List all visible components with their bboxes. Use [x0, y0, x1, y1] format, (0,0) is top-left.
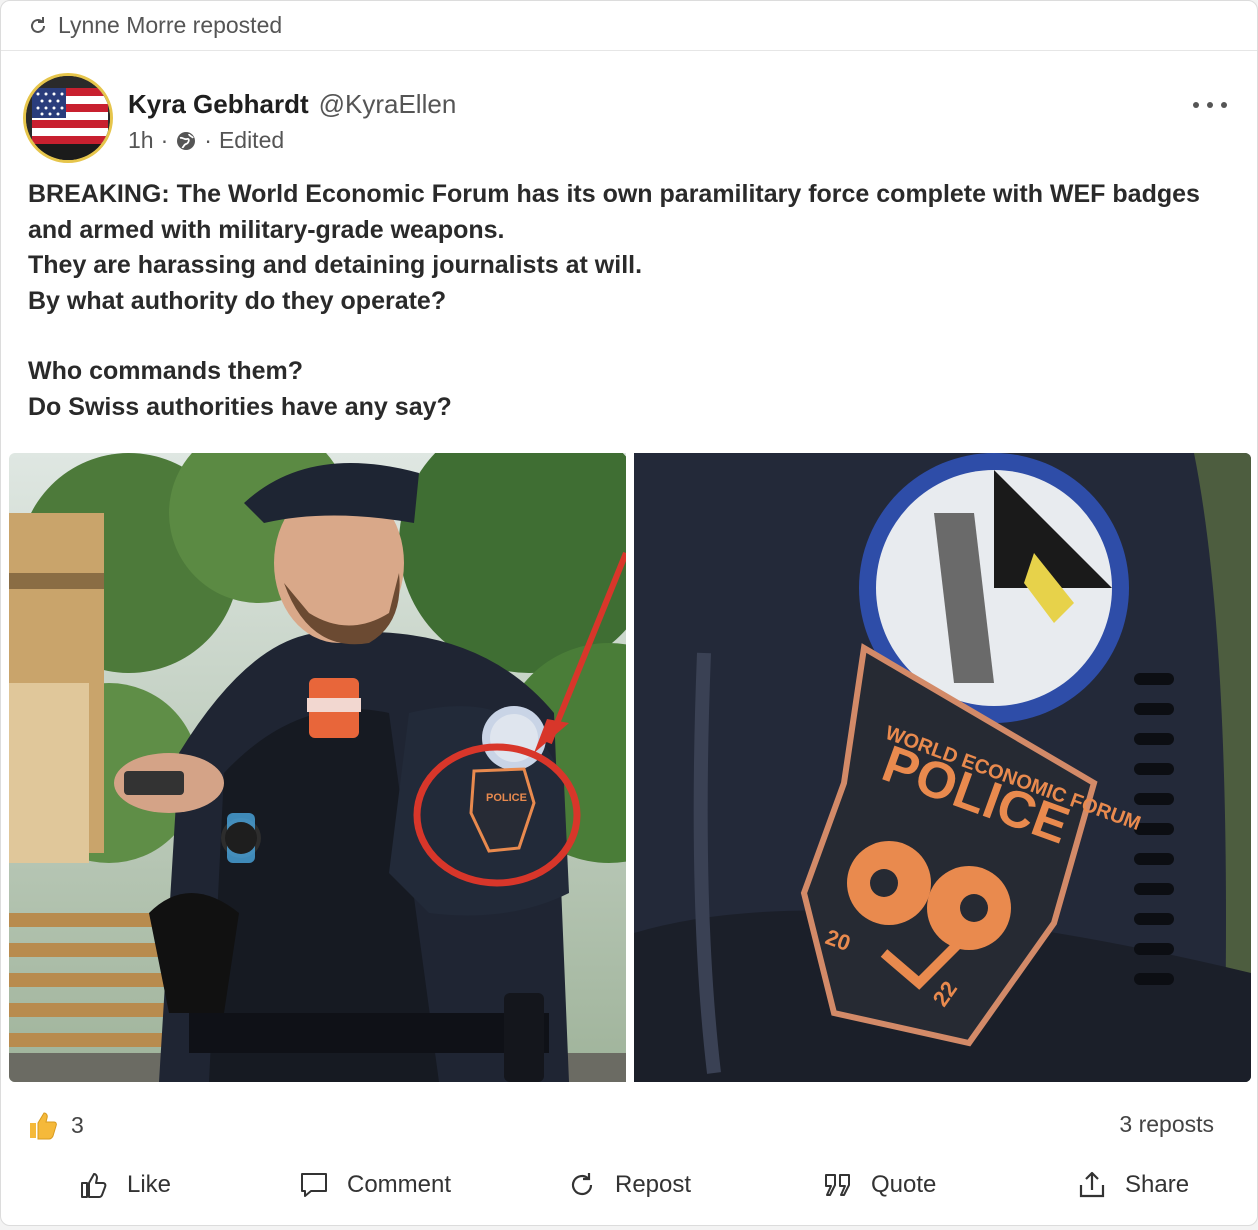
- post-body: BREAKING: The World Economic Forum has i…: [28, 177, 1228, 425]
- repost-banner: Lynne Morre reposted: [1, 1, 1257, 51]
- author-handle[interactable]: @KyraEllen: [319, 89, 457, 119]
- comment-button[interactable]: Comment: [299, 1161, 451, 1209]
- quote-icon: [823, 1170, 853, 1200]
- author-line: Kyra Gebhardt @KyraEllen: [128, 89, 456, 120]
- share-icon: [1077, 1170, 1107, 1200]
- comment-label: Comment: [347, 1171, 452, 1198]
- reactions-summary[interactable]: 3: [27, 1109, 84, 1141]
- post-line-gap: [28, 319, 1228, 354]
- thumbs-up-icon: [27, 1109, 59, 1141]
- repost-icon: [27, 15, 49, 37]
- reaction-count: 3: [71, 1111, 84, 1138]
- globe-icon: [175, 130, 197, 152]
- author-name[interactable]: Kyra Gebhardt: [128, 89, 309, 119]
- like-button[interactable]: Like: [79, 1161, 171, 1209]
- edited-label: Edited: [218, 127, 285, 153]
- repost-banner-text: Lynne Morre reposted: [58, 12, 283, 38]
- post-meta: 1h · · Edited: [128, 127, 285, 153]
- like-label: Like: [127, 1171, 172, 1198]
- repost-label: Repost: [615, 1171, 692, 1198]
- repost-button[interactable]: Repost: [567, 1161, 691, 1209]
- avatar[interactable]: [23, 73, 113, 163]
- patch-text-small: POLICE: [486, 792, 527, 804]
- like-icon: [79, 1170, 109, 1200]
- post-card: Lynne Morre reposted Kyra Gebhardt @Kyra…: [0, 0, 1258, 1226]
- comment-icon: [299, 1170, 329, 1200]
- quote-label: Quote: [871, 1171, 937, 1198]
- officer-photo[interactable]: POLICE: [9, 453, 626, 1082]
- post-line: They are harassing and detaining journal…: [28, 251, 643, 279]
- post-line: By what authority do they operate?: [28, 286, 447, 315]
- quote-button[interactable]: Quote: [823, 1161, 936, 1209]
- post-line: Do Swiss authorities have any say?: [28, 392, 452, 421]
- more-horizontal-icon[interactable]: [1193, 93, 1227, 117]
- action-bar: Like Comment Repost Quote Share: [1, 1161, 1257, 1209]
- share-label: Share: [1125, 1171, 1190, 1198]
- reposts-count[interactable]: 3 reposts: [1119, 1111, 1214, 1138]
- share-button[interactable]: Share: [1077, 1161, 1189, 1209]
- patch-closeup-photo[interactable]: WORLD ECONOMIC FORUM POLICE 20 22: [634, 453, 1251, 1082]
- post-line: BREAKING: The World Economic Forum has i…: [28, 180, 1200, 244]
- post-time: 1h: [128, 127, 154, 153]
- repost-icon: [567, 1170, 597, 1200]
- post-line: Who commands them?: [28, 357, 304, 385]
